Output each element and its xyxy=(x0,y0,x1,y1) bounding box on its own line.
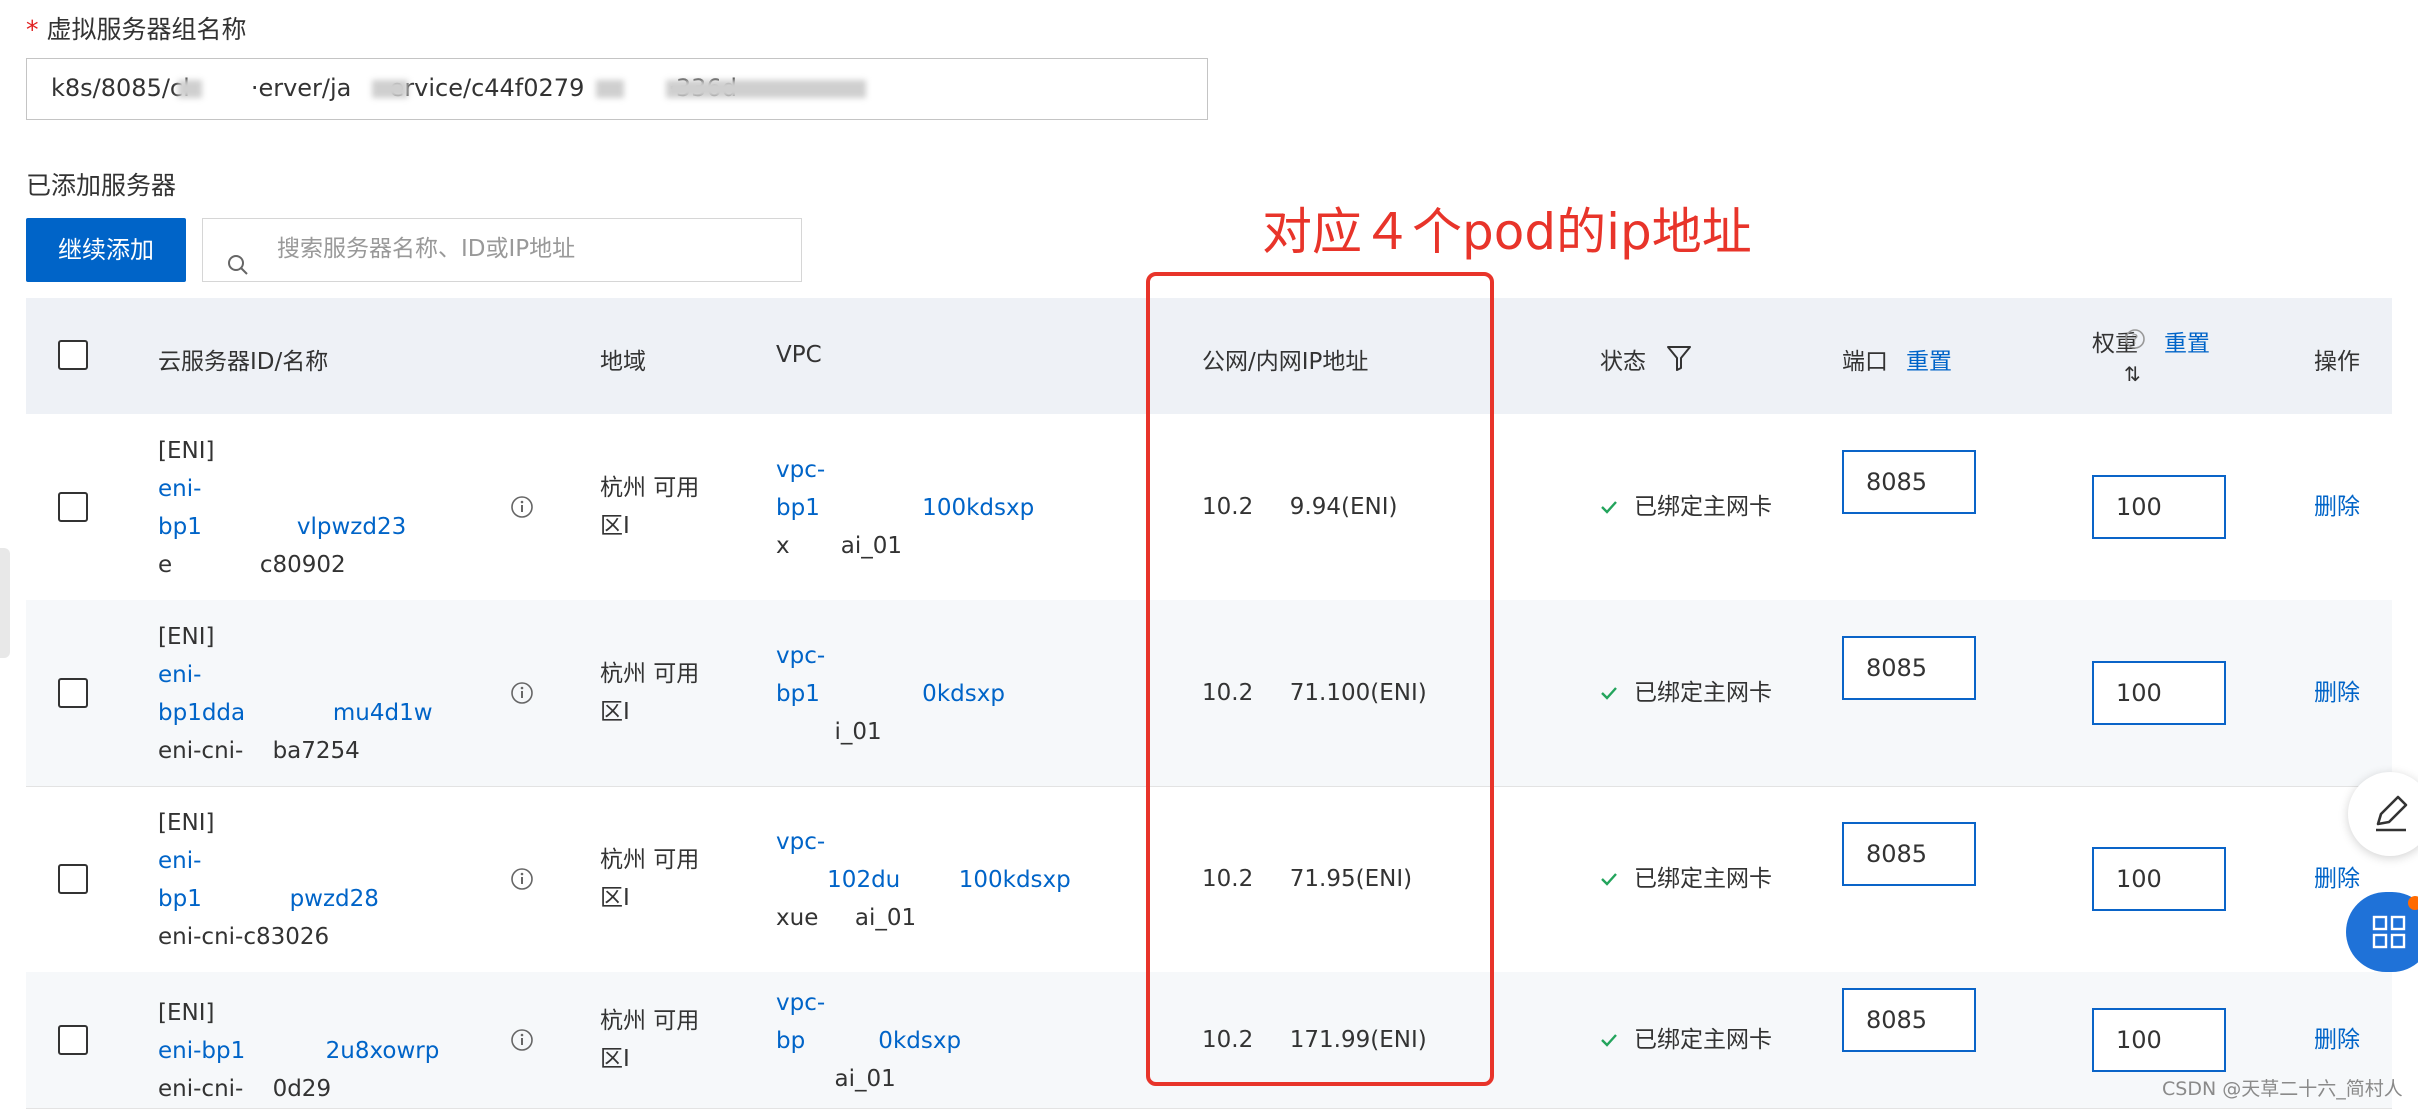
eni-name: eni-cni- 0d29 xyxy=(158,1076,332,1102)
annotation-highlight-box xyxy=(1146,272,1494,1086)
group-name-label-text: 虚拟服务器组名称 xyxy=(46,15,247,44)
eni-id-link-cont[interactable]: bp1 vlpwzd23 xyxy=(158,508,406,546)
check-icon xyxy=(1600,685,1618,705)
check-icon xyxy=(1600,871,1618,891)
edit-icon xyxy=(2376,795,2408,832)
row-checkbox[interactable] xyxy=(58,492,88,522)
info-icon[interactable] xyxy=(510,1028,534,1056)
vpc-name: i_01 xyxy=(776,719,882,745)
svg-text:?: ? xyxy=(2132,333,2139,348)
status-text: 已绑定主网卡 xyxy=(1634,494,1772,520)
weight-sort-icon[interactable]: ⇅ xyxy=(2124,362,2141,386)
region-text: 杭州 可用 xyxy=(600,475,700,501)
delete-link[interactable]: 删除 xyxy=(2314,488,2360,526)
region-zone: 区I xyxy=(600,699,630,725)
weight-input[interactable]: 100 xyxy=(2092,847,2226,911)
info-icon[interactable] xyxy=(510,867,534,895)
row-checkbox[interactable] xyxy=(58,864,88,894)
check-icon xyxy=(1600,1032,1618,1052)
region-text: 杭州 可用 xyxy=(600,661,700,687)
header-status: 状态 xyxy=(1600,349,1646,375)
eni-id-link[interactable]: eni- xyxy=(158,470,406,508)
weight-input[interactable]: 100 xyxy=(2092,1008,2226,1072)
header-vpc: VPC xyxy=(776,342,822,368)
info-icon[interactable] xyxy=(510,495,534,523)
status-text: 已绑定主网卡 xyxy=(1634,1027,1772,1053)
select-all-checkbox[interactable] xyxy=(58,340,88,370)
continue-add-button[interactable]: 继续添加 xyxy=(26,218,186,282)
search-icon xyxy=(227,239,249,299)
header-id-name: 云服务器ID/名称 xyxy=(158,349,329,375)
vpc-link[interactable]: vpc- xyxy=(776,451,1034,489)
header-region: 地域 xyxy=(600,349,646,375)
added-servers-label: 已添加服务器 xyxy=(26,171,177,200)
required-mark: * xyxy=(26,15,39,44)
port-input[interactable]: 8085 xyxy=(1842,450,1976,514)
server-search-input[interactable]: 搜索服务器名称、ID或IP地址 xyxy=(202,218,802,282)
edit-fab-button[interactable] xyxy=(2348,772,2418,856)
info-icon[interactable] xyxy=(510,681,534,709)
eni-tag: [ENI] xyxy=(158,438,215,464)
help-icon[interactable]: ? xyxy=(2124,328,2146,354)
annotation-text: 对应４个pod的ip地址 xyxy=(1262,203,1752,261)
delete-link[interactable]: 删除 xyxy=(2314,1021,2360,1059)
eni-id-link-cont[interactable]: bp1 pwzd28 xyxy=(158,880,379,918)
eni-name: eni-cni- ba7254 xyxy=(158,738,360,764)
eni-name: eni-cni-c83026 xyxy=(158,924,330,950)
delete-link[interactable]: 删除 xyxy=(2314,674,2360,712)
region-text: 杭州 可用 xyxy=(600,847,700,873)
vpc-link-cont[interactable]: bp1 0kdsxp xyxy=(776,675,1005,713)
eni-id-link-cont[interactable]: bp1dda mu4d1w xyxy=(158,694,433,732)
watermark: CSDN @天草二十六_简村人 xyxy=(2162,1078,2403,1100)
eni-id-link[interactable]: eni- xyxy=(158,656,433,694)
vpc-name: x ai_01 xyxy=(776,533,903,559)
port-input[interactable]: 8085 xyxy=(1842,636,1976,700)
vpc-name: ai_01 xyxy=(776,1066,896,1092)
weight-input[interactable]: 100 xyxy=(2092,661,2226,725)
status-text: 已绑定主网卡 xyxy=(1634,680,1772,706)
check-icon xyxy=(1600,499,1618,519)
eni-tag: [ENI] xyxy=(158,624,215,650)
eni-tag: [ENI] xyxy=(158,810,215,836)
weight-input[interactable]: 100 xyxy=(2092,475,2226,539)
eni-id-link[interactable]: eni-bp1 2u8xowrp xyxy=(158,1032,439,1070)
header-port: 端口 xyxy=(1842,349,1888,375)
search-placeholder: 搜索服务器名称、ID或IP地址 xyxy=(277,236,576,262)
port-reset-link[interactable]: 重置 xyxy=(1906,342,1952,376)
side-collapse-tab[interactable] xyxy=(0,548,10,658)
region-text: 杭州 可用 xyxy=(600,1008,700,1034)
eni-tag: [ENI] xyxy=(158,1000,215,1026)
group-name-label: * 虚拟服务器组名称 xyxy=(26,10,246,46)
vpc-link-cont[interactable]: bp1 100kdsxp xyxy=(776,489,1034,527)
region-zone: 区I xyxy=(600,513,630,539)
port-input[interactable]: 8085 xyxy=(1842,988,1976,1052)
vpc-link-cont[interactable]: bp 0kdsxp xyxy=(776,1022,961,1060)
row-checkbox[interactable] xyxy=(58,1025,88,1055)
filter-icon[interactable] xyxy=(1666,344,1692,376)
vpc-link[interactable]: vpc- xyxy=(776,823,1071,861)
status-text: 已绑定主网卡 xyxy=(1634,866,1772,892)
vpc-name: xue ai_01 xyxy=(776,905,917,931)
weight-reset-link[interactable]: 重置 xyxy=(2164,324,2210,358)
vpc-link-cont[interactable]: 102du 100kdsxp xyxy=(776,861,1071,899)
region-zone: 区I xyxy=(600,885,630,911)
eni-name: e c80902 xyxy=(158,552,346,578)
notification-dot xyxy=(2408,896,2418,910)
row-checkbox[interactable] xyxy=(58,678,88,708)
vpc-link[interactable]: vpc- xyxy=(776,984,961,1022)
eni-id-link[interactable]: eni- xyxy=(158,842,379,880)
port-input[interactable]: 8085 xyxy=(1842,822,1976,886)
vpc-link[interactable]: vpc- xyxy=(776,637,1005,675)
region-zone: 区I xyxy=(600,1046,630,1072)
header-action: 操作 xyxy=(2314,349,2360,375)
